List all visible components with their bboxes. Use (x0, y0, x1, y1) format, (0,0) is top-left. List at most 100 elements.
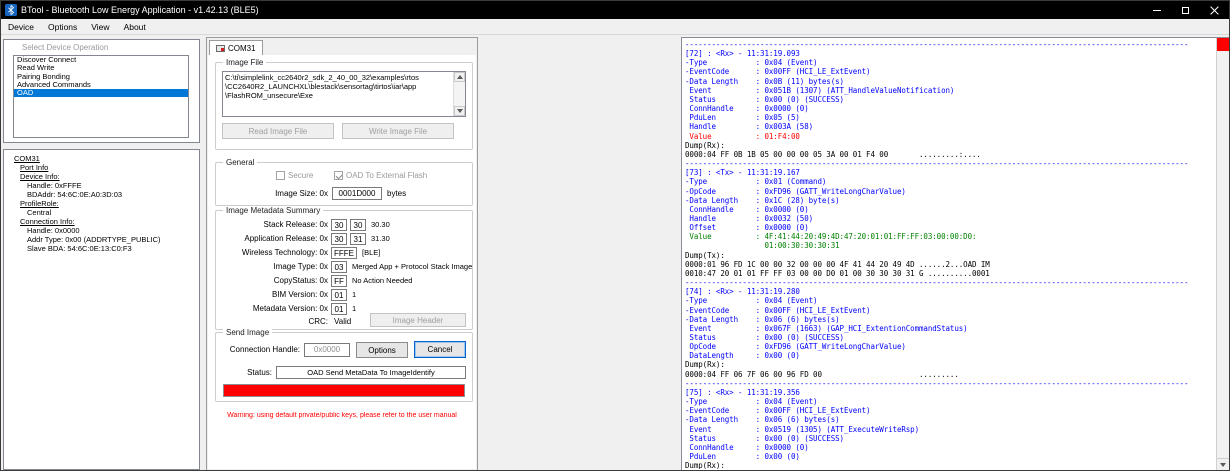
image-file-group: Image File C:\ti\simplelink_cc2640r2_sdk… (215, 58, 473, 150)
scrollbar-thumb[interactable] (1217, 38, 1229, 51)
log-line: Dump(Rx): (685, 360, 725, 370)
metadata-value-box[interactable]: 01 (331, 302, 347, 315)
path-scroll-down-button[interactable] (454, 106, 465, 116)
metadata-suffix: 31.30 (371, 234, 390, 243)
image-size-label: Image Size: 0x (275, 189, 328, 198)
log-line: Dump(Rx): (685, 461, 725, 469)
crc-label: CRC: (308, 316, 328, 326)
connection-handle-label: Connection Handle: (229, 345, 300, 354)
log-line: -Type : 0x04 (Event) (685, 58, 818, 68)
metadata-label: BIM Version: 0x (271, 290, 328, 299)
metadata-value-box[interactable]: 01 (331, 288, 347, 301)
metadata-value-box[interactable]: 30 (350, 218, 366, 231)
log-line: Value : 01:F4:00 (685, 131, 800, 141)
log-line: Value : 4F:41:44:20:49:4D:47:20:01:01:FF… (685, 232, 977, 242)
metadata-group-label: Image Metadata Summary (223, 206, 324, 215)
image-size-field[interactable]: 0001D000 (332, 187, 382, 200)
log-scroll-down-button[interactable] (1217, 458, 1229, 470)
tree-node[interactable]: Slave BDA: 54:6C:0E:13:C0:F3 (8, 244, 197, 253)
device-tree-panel: COM31 Port Info Device Info: Handle: 0xFFFE… (3, 149, 200, 470)
log-line: ----------------------------------------… (685, 278, 1189, 288)
log-line: [72] : <Rx> - 11:31:19.093 (685, 49, 800, 59)
log-line: [73] : <Tx> - 11:31:19.167 (685, 168, 800, 178)
tree-node[interactable]: Port Info (8, 163, 197, 172)
log-line: -Data Length : 0x1C (28) byte(s) (685, 195, 840, 205)
menu-bar: Device Options View About (1, 19, 1229, 35)
image-file-group-label: Image File (223, 58, 267, 67)
log-line: Handle : 0x0032 (50) (685, 213, 814, 223)
device-operation-item[interactable]: OAD (14, 88, 188, 98)
log-line: ----------------------------------------… (685, 378, 1189, 388)
metadata-value-box[interactable]: 30 (331, 232, 347, 245)
minimize-icon (1152, 9, 1161, 11)
com-port-icon (216, 44, 225, 52)
device-operation-list[interactable]: Discover Connect Read Write Pairing Bondin… (13, 55, 189, 138)
log-line: -EventCode : 0x00FF (HCI_LE_ExtEvent) (685, 67, 871, 77)
tree-node[interactable]: Device Info: (8, 172, 197, 181)
menu-device[interactable]: Device (1, 19, 41, 34)
log-line: Dump(Rx): (685, 140, 725, 150)
device-operation-panel: Select Device Operation Discover Connect… (3, 39, 200, 143)
metadata-suffix: Merged App + Protocol Stack Image (352, 262, 473, 271)
minimize-button[interactable] (1142, 1, 1171, 19)
tree-node[interactable]: COM31 (8, 154, 197, 163)
metadata-label: Wireless Technology: 0x (241, 248, 328, 257)
log-line: -OpCode : 0xFD96 (GATT_WriteLongCharValu… (685, 186, 906, 196)
cancel-button[interactable]: Cancel (414, 341, 466, 358)
progress-fill (224, 385, 464, 396)
secure-checkbox: Secure (276, 171, 313, 180)
bluetooth-app-icon (5, 4, 17, 16)
application-window: BTool - Bluetooth Low Energy Application… (0, 0, 1230, 471)
image-file-path-line: C:\ti\simplelink_cc2640r2_sdk_2_40_00_32… (225, 73, 419, 82)
tree-node[interactable]: Connection Info: (8, 217, 197, 226)
options-button[interactable]: Options (356, 342, 408, 358)
tree-node[interactable]: Handle: 0xFFFE (8, 181, 197, 190)
tab-com31[interactable]: COM31 (209, 40, 263, 55)
tree-node[interactable]: Central (8, 208, 197, 217)
log-line: -Type : 0x01 (Command) (685, 177, 827, 187)
oad-content: Image File C:\ti\simplelink_cc2640r2_sdk… (208, 55, 476, 469)
checkbox-icon (276, 171, 285, 180)
send-image-group-label: Send Image (223, 328, 273, 337)
device-tree[interactable]: COM31 Port Info Device Info: Handle: 0xFFFE… (8, 154, 197, 467)
log-line: PduLen : 0x05 (5) (685, 113, 800, 123)
tab-strip: COM31 (207, 38, 477, 55)
log-line: 01:00:30:30:30:31 (685, 241, 840, 251)
metadata-value-box[interactable]: 31 (350, 232, 366, 245)
maximize-button[interactable] (1171, 1, 1200, 19)
tree-node[interactable]: Addr Type: 0x00 (ADDRTYPE_PUBLIC) (8, 235, 197, 244)
status-value: OAD Send MetaData To ImageIdentify (276, 366, 466, 379)
metadata-value-box[interactable]: FFFE (331, 246, 357, 259)
log-line: -Data Length : 0x06 (6) bytes(s) (685, 415, 840, 425)
menu-about[interactable]: About (117, 19, 153, 34)
log-line: 0010:47 20 01 01 FF FF 03 00 00 D0 01 00… (685, 268, 990, 278)
log-line: -Type : 0x04 (Event) (685, 397, 818, 407)
tree-node[interactable]: Handle: 0x0000 (8, 226, 197, 235)
tree-node[interactable]: ProfileRole: (8, 199, 197, 208)
log-line: Event : 0x051B (1307) (ATT_HandleValueNo… (685, 85, 955, 95)
arrow-up-icon (456, 75, 463, 79)
metadata-value-box[interactable]: 03 (331, 260, 347, 273)
metadata-value-box[interactable]: FF (331, 274, 347, 287)
connection-handle-field: 0x0000 (304, 343, 350, 357)
log-line: [74] : <Rx> - 11:31:19.280 (685, 287, 800, 297)
log-line: ConnHandle : 0x0000 (0) (685, 104, 809, 114)
path-scroll-up-button[interactable] (454, 72, 465, 82)
log-line: -Data Length : 0x0B (11) bytes(s) (685, 76, 844, 86)
crc-value: Valid (334, 316, 352, 326)
menu-options[interactable]: Options (41, 19, 84, 34)
metadata-value-box[interactable]: 30 (331, 218, 347, 231)
tab-label: COM31 (228, 43, 256, 53)
log-scrollbar[interactable] (1216, 38, 1229, 470)
image-header-button: Image Header (370, 313, 466, 327)
warning-text: Warning: using default private/public ke… (227, 412, 457, 419)
image-file-path-box[interactable]: C:\ti\simplelink_cc2640r2_sdk_2_40_00_32… (222, 71, 466, 117)
log-line: OpCode : 0xFD96 (GATT_WriteLongCharValue… (685, 342, 906, 352)
window-title: BTool - Bluetooth Low Energy Application… (21, 5, 259, 15)
close-button[interactable] (1200, 1, 1229, 19)
tree-node[interactable]: BDAddr: 54:6C:0E:A0:3D:03 (8, 190, 197, 199)
close-icon (1210, 6, 1219, 15)
menu-view[interactable]: View (84, 19, 116, 34)
arrow-down-icon (1220, 462, 1226, 467)
device-operation-item[interactable]: Advanced Commands (14, 80, 188, 89)
